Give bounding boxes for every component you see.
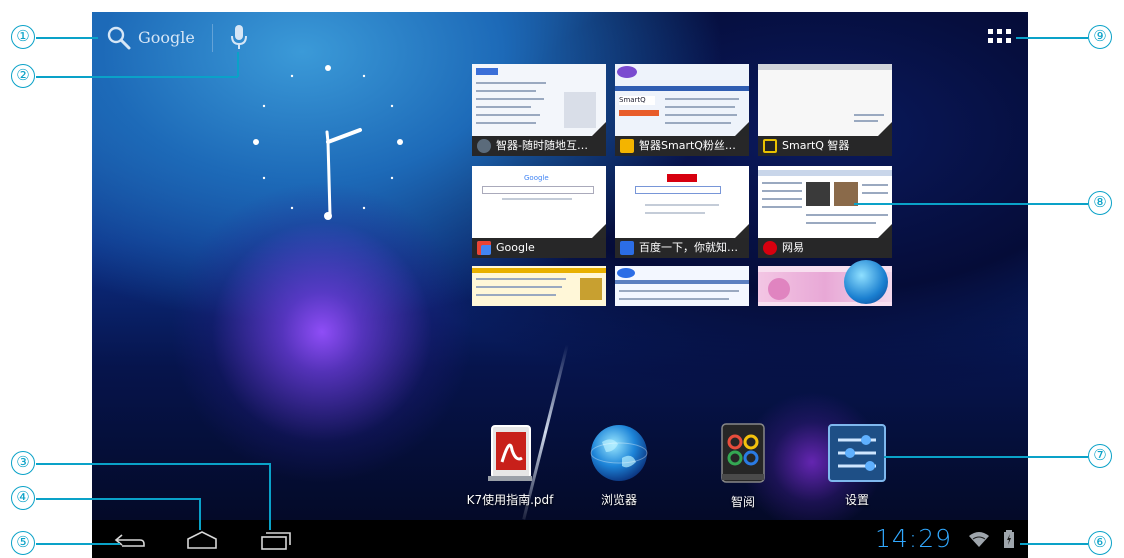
clock-minute-hand-tail <box>325 130 330 144</box>
page-preview: SmartQ <box>615 64 749 136</box>
app-label: 浏览器 <box>600 493 637 507</box>
folder-favicon <box>620 139 634 153</box>
bookmark-thumbnail[interactable]: Google Google <box>472 166 606 258</box>
callout-7: ⑦ <box>1088 444 1112 468</box>
bookmark-title: 百度一下，你就知… <box>639 241 738 254</box>
bookmark-title: SmartQ 智器 <box>782 139 850 152</box>
callout-leader <box>36 498 200 500</box>
clock-minute-hand <box>326 140 332 217</box>
callout-leader <box>36 463 270 465</box>
callout-leader <box>199 498 201 530</box>
bookmark-thumbnail[interactable]: 百度一下，你就知… <box>615 166 749 258</box>
app-label: 设置 <box>844 493 869 507</box>
wifi-icon <box>969 532 989 547</box>
globe-favicon <box>477 139 491 153</box>
callout-8: ⑧ <box>1088 191 1112 215</box>
callout-1: ① <box>11 25 35 49</box>
callout-5: ⑤ <box>11 531 35 555</box>
page-preview <box>758 64 892 136</box>
analog-clock-widget[interactable] <box>248 62 408 222</box>
home-icon[interactable] <box>184 530 220 550</box>
settings-sliders-icon <box>828 424 886 482</box>
app-pdf-guide[interactable]: K7使用指南.pdf <box>465 422 555 508</box>
home-screen: Google 智器-随时随地互… SmartQ 智器SmartQ粉丝… Smar… <box>92 12 1028 520</box>
bookmark-thumbnail[interactable]: SmartQ 智器SmartQ粉丝… <box>615 64 749 156</box>
baidu-favicon <box>620 241 634 255</box>
globe-decoration <box>844 260 888 304</box>
battery-charging-icon <box>1004 530 1014 548</box>
app-settings[interactable]: 设置 <box>812 422 902 508</box>
callout-leader <box>854 203 1088 205</box>
bookmark-title: 智器-随时随地互… <box>496 139 588 152</box>
system-bar: 14:29 <box>92 520 1028 558</box>
search-icon[interactable] <box>106 25 132 51</box>
callout-4: ④ <box>11 486 35 510</box>
back-icon[interactable] <box>112 531 148 551</box>
page-preview: Google <box>472 166 606 238</box>
app-label: K7使用指南.pdf <box>466 493 554 507</box>
page-preview <box>758 166 892 238</box>
bookmark-title: 智器SmartQ粉丝… <box>639 139 736 152</box>
smartq-favicon <box>763 139 777 153</box>
app-browser[interactable]: 浏览器 <box>574 422 664 508</box>
pdf-reader-icon <box>488 425 532 481</box>
browser-bookmarks-widget: 智器-随时随地互… SmartQ 智器SmartQ粉丝… SmartQ 智器 G… <box>472 64 892 308</box>
search-bar[interactable]: Google <box>102 24 212 52</box>
bookmark-thumbnail[interactable]: SmartQ 智器 <box>758 64 892 156</box>
microphone-icon[interactable] <box>229 24 249 52</box>
app-label: 智阅 <box>730 495 755 509</box>
callout-9: ⑨ <box>1088 25 1112 49</box>
bookmark-thumbnail[interactable] <box>472 266 606 306</box>
recent-apps-icon[interactable] <box>258 529 294 551</box>
search-engine-label[interactable]: Google <box>138 28 195 47</box>
callout-leader <box>1020 543 1088 545</box>
bookmark-thumbnail[interactable] <box>615 266 749 306</box>
bookmark-title: 网易 <box>782 241 804 254</box>
callout-leader <box>36 543 120 545</box>
bookmark-title: Google <box>496 241 535 254</box>
browser-globe-icon <box>590 425 648 481</box>
all-apps-grid-icon[interactable] <box>988 29 1012 47</box>
callout-6: ⑥ <box>1088 531 1112 555</box>
reader-book-icon <box>721 423 765 483</box>
page-preview <box>615 166 749 238</box>
callout-leader <box>884 456 1088 458</box>
callout-leader <box>36 76 238 78</box>
netease-favicon <box>763 241 777 255</box>
callout-2: ② <box>11 64 35 88</box>
bookmark-thumbnail[interactable]: 智器-随时随地互… <box>472 64 606 156</box>
callout-leader <box>1016 37 1088 39</box>
bookmark-thumbnail[interactable]: 网易 <box>758 166 892 258</box>
callout-leader <box>36 37 98 39</box>
search-divider <box>212 24 213 52</box>
callout-leader <box>269 463 271 530</box>
google-favicon <box>477 241 491 255</box>
callout-leader <box>237 52 239 77</box>
callout-3: ③ <box>11 451 35 475</box>
status-time[interactable]: 14:29 <box>875 524 952 553</box>
clock-hour-hand <box>326 128 362 144</box>
app-zhiyue[interactable]: 智阅 <box>698 422 788 510</box>
page-preview <box>472 64 606 136</box>
